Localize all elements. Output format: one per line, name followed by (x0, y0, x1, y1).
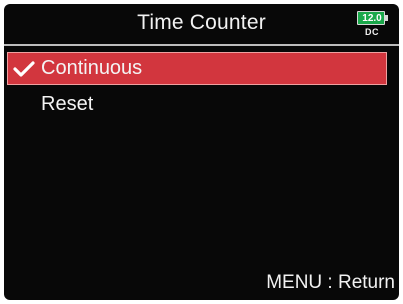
battery-icon: 12.0 (357, 11, 385, 25)
menu-return-hint: MENU : Return (266, 272, 395, 293)
battery-voltage: 12.0 (362, 13, 382, 24)
menu-item-continuous[interactable]: Continuous (7, 52, 387, 85)
page-title: Time Counter (137, 11, 266, 34)
header-divider (4, 44, 399, 46)
checkmark-icon (13, 61, 35, 77)
menu-item-reset[interactable]: Reset (7, 88, 387, 121)
menu-item-label: Continuous (41, 57, 143, 79)
battery-indicator: 12.0 DC (355, 11, 391, 41)
title-bar: Time Counter 12.0 DC (4, 4, 399, 44)
device-screen: Time Counter 12.0 DC Continuous Reset ME… (4, 4, 399, 300)
menu-list: Continuous Reset (4, 52, 399, 124)
power-source-label: DC (365, 27, 379, 37)
menu-item-label: Reset (41, 93, 94, 115)
battery-tip (385, 15, 388, 21)
